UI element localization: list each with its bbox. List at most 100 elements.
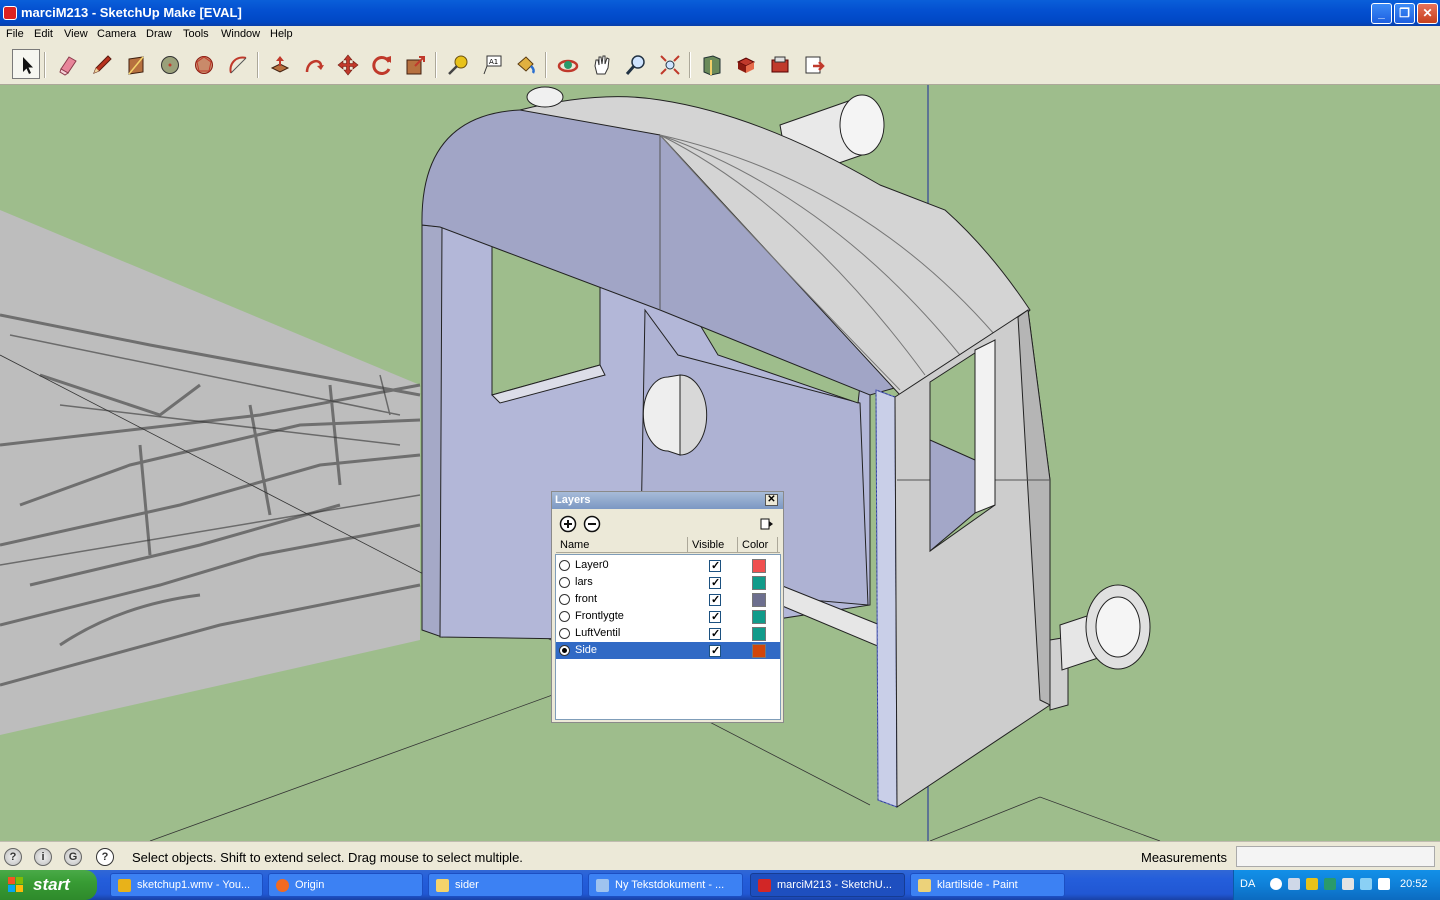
layer-color-swatch[interactable] <box>752 559 766 573</box>
task-notepad[interactable]: Ny Tekstdokument - ... <box>588 873 743 897</box>
layer-name[interactable]: Side <box>575 644 597 656</box>
tape-measure-icon[interactable] <box>443 49 471 79</box>
measurements-input[interactable] <box>1236 846 1435 867</box>
active-layer-radio[interactable] <box>559 628 570 639</box>
active-layer-radio[interactable] <box>559 594 570 605</box>
warehouse-icon[interactable] <box>697 49 725 79</box>
close-button[interactable]: ✕ <box>1417 3 1438 24</box>
extension-warehouse-icon[interactable] <box>765 49 793 79</box>
layer-color-swatch[interactable] <box>752 627 766 641</box>
scale-icon[interactable] <box>401 49 429 79</box>
active-layer-radio[interactable] <box>559 560 570 571</box>
task-sketchup1-video[interactable]: sketchup1.wmv - You... <box>110 873 263 897</box>
pencil-icon[interactable] <box>87 49 115 79</box>
wifi-icon[interactable] <box>1378 878 1390 890</box>
folder-icon <box>436 879 449 892</box>
layer-visible-checkbox[interactable] <box>709 610 721 623</box>
layer-row[interactable]: LuftVentil <box>556 625 780 642</box>
layers-dialog-title-bar[interactable]: Layers ✕ <box>552 492 783 509</box>
bluetooth-icon[interactable] <box>1360 878 1372 890</box>
delete-layer-button[interactable] <box>583 515 601 533</box>
tray-app-icon[interactable] <box>1324 878 1336 890</box>
active-layer-radio[interactable] <box>559 645 570 656</box>
layer-visible-checkbox[interactable] <box>709 576 721 589</box>
measurements-label: Measurements <box>1141 850 1227 865</box>
layer-row[interactable]: Side <box>556 642 780 659</box>
rectangle-icon[interactable] <box>121 49 149 79</box>
sign-in-icon[interactable]: G <box>64 848 82 866</box>
task-sketchup[interactable]: marciM213 - SketchU... <box>750 873 905 897</box>
menu-tools[interactable]: Tools <box>183 28 209 40</box>
menu-help[interactable]: Help <box>270 28 293 40</box>
task-origin[interactable]: Origin <box>268 873 423 897</box>
layer-row[interactable]: front <box>556 591 780 608</box>
modeling-viewport[interactable]: Layers ✕ Name Visible Color Layer0 ✓ lar… <box>0 85 1440 841</box>
menu-edit[interactable]: Edit <box>34 28 53 40</box>
add-layer-button[interactable] <box>559 515 577 533</box>
menu-window[interactable]: Window <box>221 28 260 40</box>
task-paint[interactable]: klartilside - Paint <box>910 873 1065 897</box>
share-model-icon[interactable] <box>799 49 827 79</box>
network-icon[interactable] <box>1288 878 1300 890</box>
chrome-icon <box>118 879 131 892</box>
polygon-icon[interactable] <box>189 49 217 79</box>
column-name-header[interactable]: Name <box>560 539 589 551</box>
paint-bucket-icon[interactable] <box>511 49 539 79</box>
layer-visible-checkbox[interactable] <box>709 559 721 572</box>
layer-name[interactable]: LuftVentil <box>575 627 620 639</box>
tray-expand-icon[interactable] <box>1270 878 1282 890</box>
zoom-extents-icon[interactable] <box>655 49 683 79</box>
follow-me-icon[interactable] <box>299 49 327 79</box>
active-layer-radio[interactable] <box>559 577 570 588</box>
layer-color-swatch[interactable] <box>752 593 766 607</box>
security-icon[interactable] <box>1306 878 1318 890</box>
active-layer-radio[interactable] <box>559 611 570 622</box>
start-button[interactable]: start <box>0 870 97 900</box>
geo-location-icon[interactable]: ? <box>4 848 22 866</box>
minimize-button[interactable]: _ <box>1371 3 1392 24</box>
status-message: Select objects. Shift to extend select. … <box>132 850 523 865</box>
move-icon[interactable] <box>333 49 361 79</box>
task-sider-folder[interactable]: sider <box>428 873 583 897</box>
menu-file[interactable]: File <box>6 28 24 40</box>
column-color-header[interactable]: Color <box>742 539 768 551</box>
layer-color-swatch[interactable] <box>752 610 766 624</box>
clock[interactable]: 20:52 <box>1400 878 1428 890</box>
volume-icon[interactable] <box>1342 878 1354 890</box>
zoom-icon[interactable] <box>621 49 649 79</box>
layer-visible-checkbox[interactable] <box>709 644 721 657</box>
column-visible-header[interactable]: Visible <box>692 539 724 551</box>
credits-icon[interactable]: i <box>34 848 52 866</box>
layer-name[interactable]: Frontlygte <box>575 610 624 622</box>
rotate-icon[interactable] <box>367 49 395 79</box>
menu-camera[interactable]: Camera <box>97 28 136 40</box>
model-scene <box>0 85 1161 841</box>
layer-color-swatch[interactable] <box>752 644 766 658</box>
layer-row[interactable]: Layer0 <box>556 557 780 574</box>
title-bar[interactable]: marciM213 - SketchUp Make [EVAL] _ ❐ ✕ <box>0 0 1440 26</box>
menu-view[interactable]: View <box>64 28 88 40</box>
language-indicator[interactable]: DA <box>1240 878 1255 890</box>
layer-color-swatch[interactable] <box>752 576 766 590</box>
layer-name[interactable]: Layer0 <box>575 559 609 571</box>
select-icon[interactable] <box>12 49 40 79</box>
components-icon[interactable] <box>731 49 759 79</box>
text-icon[interactable]: A1 <box>477 49 505 79</box>
layer-row[interactable]: lars <box>556 574 780 591</box>
layers-details-menu-icon[interactable] <box>757 515 775 533</box>
layer-row[interactable]: Frontlygte <box>556 608 780 625</box>
orbit-icon[interactable] <box>553 49 581 79</box>
menu-draw[interactable]: Draw <box>146 28 172 40</box>
help-icon[interactable]: ? <box>96 848 114 866</box>
layer-name[interactable]: front <box>575 593 597 605</box>
layers-close-button[interactable]: ✕ <box>765 494 778 506</box>
push-pull-icon[interactable] <box>265 49 293 79</box>
layer-visible-checkbox[interactable] <box>709 627 721 640</box>
pan-icon[interactable] <box>587 49 615 79</box>
circle-icon[interactable] <box>155 49 183 79</box>
eraser-icon[interactable] <box>53 49 81 79</box>
layer-name[interactable]: lars <box>575 576 593 588</box>
maximize-button[interactable]: ❐ <box>1394 3 1415 24</box>
layer-visible-checkbox[interactable] <box>709 593 721 606</box>
arc-icon[interactable] <box>223 49 251 79</box>
